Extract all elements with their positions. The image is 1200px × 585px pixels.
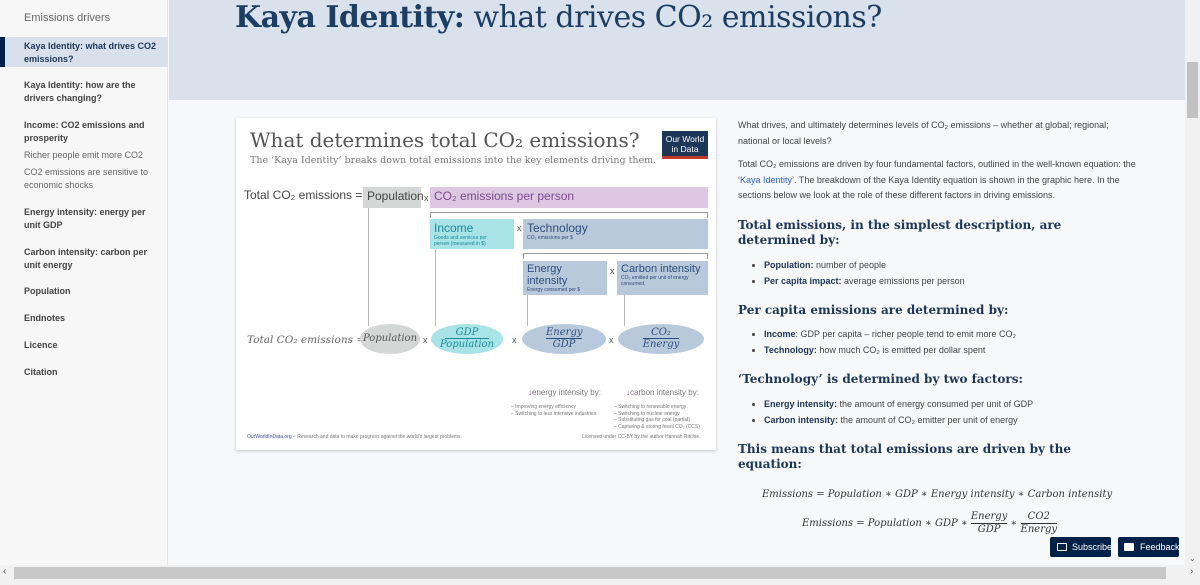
co2-energy-ellipse: CO₂ Energy: [618, 324, 704, 354]
equation-2: Emissions = Population ∗ GDP ∗ Energy GDP…: [802, 511, 1058, 535]
graphic-license: Licensed under CC-BY by the author Hanna…: [582, 434, 701, 440]
energy-intensity-box: Energy intensity Energy consumed per $: [523, 261, 607, 295]
times-sign: x: [423, 335, 428, 345]
owid-logo: Our World in Data: [662, 131, 708, 159]
times-sign: x: [609, 335, 614, 345]
energy-gdp-ellipse: Energy GDP: [522, 324, 606, 354]
chat-icon: [1124, 543, 1134, 551]
connector: [624, 295, 625, 326]
scroll-right-icon[interactable]: ›: [1190, 566, 1193, 577]
section-heading: Per capita emissions are determined by:: [738, 302, 1009, 317]
sidebar-item-energy-intensity[interactable]: Energy intensity: energy per unit GDP: [24, 206, 164, 232]
brace: [523, 253, 708, 259]
sidebar-item-shocks[interactable]: CO2 emissions are sensitive to economic …: [24, 166, 164, 192]
sidebar-title: Emissions drivers: [24, 12, 111, 24]
sidebar-item-kaya-what[interactable]: Kaya Identity: what drives CO2 emissions…: [24, 40, 164, 66]
population-ellipse: Population: [360, 324, 420, 354]
graphic-title: What determines total CO₂ emissions?: [250, 128, 640, 152]
active-indicator: [0, 37, 5, 67]
connector: [368, 208, 369, 326]
list: Population: number of peoplePer capita i…: [764, 257, 1138, 289]
kaya-identity-link[interactable]: Kaya Identity: [740, 175, 792, 185]
feedback-button[interactable]: Feedback: [1118, 537, 1180, 557]
scroll-down-icon[interactable]: ⌄: [1189, 554, 1196, 563]
list: Energy intensity: the amount of energy c…: [764, 396, 1138, 428]
times-sign: x: [512, 335, 517, 345]
carbon-intensity-box: Carbon intensity CO₂ emitted per unit of …: [617, 261, 708, 295]
graphic-footer: OurWorldInData.org – Research and data t…: [247, 434, 462, 440]
equation-1: Emissions = Population ∗ GDP ∗ Energy in…: [762, 489, 1113, 500]
subscribe-button[interactable]: Subscribe: [1050, 537, 1112, 557]
per-person-box: CO₂ emissions per person: [430, 187, 708, 208]
section-heading: This means that total emissions are driv…: [738, 441, 1072, 472]
graphic-subtitle: The ‘Kaya Identity’ breaks down total em…: [250, 155, 657, 166]
energy-notes: – Improving energy efficiency – Switching…: [511, 404, 597, 417]
page-header: Kaya Identity: what drives CO₂ emissions…: [169, 0, 1185, 100]
equation-label: Total CO₂ emissions =: [247, 334, 366, 346]
sidebar-item-licence[interactable]: Licence: [24, 339, 164, 352]
energy-reduce-heading: ↓energy intensity by:: [528, 388, 601, 397]
sidebar: Emissions drivers Kaya Identity: what dr…: [0, 0, 168, 565]
technology-box: Technology CO₂ emissions per $: [523, 219, 708, 249]
horizontal-scroll-thumb[interactable]: [14, 567, 1166, 579]
intro-paragraph: What drives, and ultimately determines l…: [738, 120, 1109, 146]
carbon-reduce-heading: ↓carbon intensity by:: [626, 388, 699, 397]
times-sign: x: [424, 193, 429, 203]
income-box: Income Goods and services per person (mea…: [430, 219, 514, 249]
article-content: What drives, and ultimately determines l…: [738, 118, 1138, 481]
brace: [430, 212, 708, 218]
total-label: Total CO₂ emissions =: [244, 188, 363, 202]
carbon-notes: – Switching to renewable energy – Switchi…: [614, 404, 700, 430]
connector: [527, 295, 528, 326]
sidebar-item-richer[interactable]: Richer people emit more CO2: [24, 149, 164, 162]
gdp-population-ellipse: GDP Population: [431, 324, 503, 354]
population-box: Population: [363, 187, 424, 208]
section-heading: ‘Technology’ is determined by two factor…: [738, 372, 1023, 386]
sidebar-item-population[interactable]: Population: [24, 285, 164, 298]
mail-icon: [1057, 543, 1067, 551]
section-heading: Total emissions, in the simplest descrip…: [738, 217, 1062, 248]
sidebar-item-income[interactable]: Income: CO2 emissions and prosperity: [24, 119, 164, 145]
vertical-scroll-thumb[interactable]: [1187, 62, 1198, 118]
times-sign: x: [610, 266, 615, 276]
scroll-left-icon[interactable]: ‹: [3, 566, 6, 577]
kaya-paragraph: Total CO₂ emissions are driven by four f…: [738, 159, 1136, 200]
times-sign: x: [517, 223, 522, 233]
page-title: Kaya Identity: what drives CO₂ emissions…: [235, 0, 882, 35]
sidebar-item-endnotes[interactable]: Endnotes: [24, 312, 164, 325]
sidebar-item-citation[interactable]: Citation: [24, 366, 164, 379]
connector: [435, 249, 436, 326]
sidebar-item-kaya-how[interactable]: Kaya Identity: how are the drivers chang…: [24, 79, 164, 105]
sidebar-item-carbon-intensity[interactable]: Carbon intensity: carbon per unit energy: [24, 246, 164, 272]
kaya-infographic: What determines total CO₂ emissions? The…: [236, 118, 716, 450]
list: Income: GDP per capita – richer people t…: [764, 326, 1138, 358]
